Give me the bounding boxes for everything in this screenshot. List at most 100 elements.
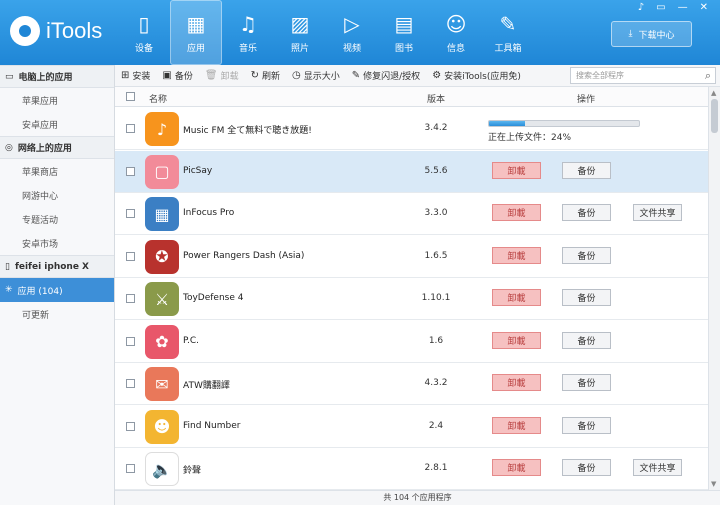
sidebar-item-updates[interactable]: 可更新 <box>0 302 114 326</box>
loading-spinner-icon: ✳ <box>5 285 13 295</box>
backup-button[interactable]: ▣ 备份 <box>162 69 192 82</box>
file-share-button[interactable]: 文件共享 <box>633 204 682 221</box>
uninstall-app-button[interactable]: 卸載 <box>492 459 541 476</box>
app-glyph: ✿ <box>155 332 169 351</box>
uninstall-button[interactable]: 🗑 卸载 <box>205 69 239 82</box>
install-button[interactable]: ⊞ 安装 <box>121 69 150 82</box>
install-itools-button[interactable]: ⚙ 安装iTools(应用免) <box>432 69 521 82</box>
table-row[interactable]: ✿ P.C. 1.6 卸載 备份 <box>115 320 708 363</box>
table-row[interactable]: ✉ ATW購翻譯 4.3.2 卸載 备份 <box>115 363 708 405</box>
music-mini-icon[interactable]: ♪ <box>638 2 644 13</box>
app-icon: 🔈 <box>145 452 179 486</box>
uninstall-app-button[interactable]: 卸載 <box>492 161 541 179</box>
row-checkbox[interactable] <box>126 421 135 431</box>
backup-app-button[interactable]: 备份 <box>562 416 611 434</box>
sidebar-item-apple-apps[interactable]: 苹果应用 <box>0 88 114 112</box>
scrollbar[interactable]: ▲ ▼ <box>708 87 720 490</box>
app-glyph: ⚔ <box>154 289 170 309</box>
app-version: 3.4.2 <box>424 123 448 133</box>
app-name: PicSay <box>183 165 213 176</box>
nav-photo[interactable]: ▨ 照片 <box>274 0 326 65</box>
sidebar-section-pc[interactable]: ▭ 电脑上的应用 <box>0 65 114 88</box>
search-input[interactable]: 搜索全部程序 ⌕ <box>570 67 716 84</box>
row-checkbox[interactable] <box>126 379 135 388</box>
table-row[interactable]: ♪ Music FM 全て無料で聴き放題! 3.4.2 正在上传文件：24% <box>115 108 708 150</box>
uninstall-app-button[interactable]: 卸載 <box>492 289 541 306</box>
table-row[interactable]: 🔈 鈴聲 2.8.1 卸載 备份 文件共享 <box>115 448 708 490</box>
uninstall-app-button[interactable]: 卸載 <box>492 416 541 434</box>
table-row[interactable]: ⚔ ToyDefense 4 1.10.1 卸載 备份 <box>115 278 708 320</box>
sidebar-section-net[interactable]: ◎ 网络上的应用 <box>0 136 114 159</box>
refresh-icon: ↻ <box>250 70 259 81</box>
nav-wrench[interactable]: ✎ 工具箱 <box>482 0 534 65</box>
scroll-down-icon[interactable]: ▼ <box>711 480 716 488</box>
nav-video[interactable]: ▷ 视频 <box>326 0 378 65</box>
sidebar-item-android-apps[interactable]: 安卓应用 <box>0 112 114 136</box>
backup-app-button[interactable]: 备份 <box>562 374 611 391</box>
nav-phone[interactable]: ▯ 设备 <box>118 0 170 65</box>
nav-apps[interactable]: ▦ 应用 <box>170 0 222 65</box>
column-name[interactable]: 名称 <box>149 92 167 105</box>
app-version: 1.6 <box>428 335 444 346</box>
backup-app-button[interactable]: 备份 <box>562 459 611 476</box>
sidebar-item-device-apps[interactable]: ✳ 应用 (104) <box>0 278 114 302</box>
sidebar-item-device-apps-label: 应用 (104) <box>17 286 63 297</box>
app-name: Music FM 全て無料で聴き放題! <box>183 126 312 136</box>
backup-app-button[interactable]: 备份 <box>562 331 611 349</box>
app-name: InFocus Pro <box>183 208 235 218</box>
row-checkbox[interactable] <box>126 251 135 261</box>
refresh-button[interactable]: ↻ 刷新 <box>251 69 280 82</box>
repair-button[interactable]: ✎ 修复闪退/授权 <box>352 69 420 82</box>
sidebar-item-android-market[interactable]: 安卓市场 <box>0 231 114 255</box>
uninstall-app-button[interactable]: 卸載 <box>492 331 541 349</box>
scroll-up-icon[interactable]: ▲ <box>711 89 716 97</box>
download-center-button[interactable]: ⤓ 下载中心 <box>611 21 692 47</box>
status-bar: 共 104 个应用程序 <box>115 490 720 505</box>
backup-app-button[interactable]: 备份 <box>562 204 611 221</box>
row-checkbox[interactable] <box>126 124 135 133</box>
app-glyph: ▦ <box>154 204 170 224</box>
column-version[interactable]: 版本 <box>411 92 461 105</box>
backup-app-button[interactable]: 备份 <box>562 161 611 179</box>
row-checkbox[interactable] <box>126 166 135 176</box>
app-glyph: ♪ <box>156 119 168 139</box>
scrollbar-thumb[interactable] <box>711 99 718 133</box>
logo-text: iTools <box>46 18 103 43</box>
app-icon: ▦ <box>145 197 179 231</box>
search-placeholder: 搜索全部程序 <box>576 71 624 80</box>
app-version: 2.4 <box>428 420 444 431</box>
select-all-checkbox[interactable] <box>126 92 135 101</box>
app-icon: ✉ <box>145 367 179 401</box>
nav-user[interactable]: ☺ 信息 <box>430 0 482 65</box>
skin-icon[interactable]: ▭ <box>656 2 665 13</box>
sidebar-section-device[interactable]: ▯ feifei iphone X <box>0 255 114 278</box>
uninstall-app-button[interactable]: 卸載 <box>492 204 541 221</box>
row-checkbox[interactable] <box>126 336 135 346</box>
table-row[interactable]: ✪ Power Rangers Dash (Asia) 1.6.5 卸載 备份 <box>115 235 708 278</box>
sidebar-item-topics[interactable]: 专题活动 <box>0 207 114 231</box>
row-checkbox[interactable] <box>126 209 135 218</box>
sidebar-item-game-center[interactable]: 网游中心 <box>0 183 114 207</box>
file-share-button[interactable]: 文件共享 <box>633 459 682 476</box>
minimize-icon[interactable]: — <box>678 2 688 13</box>
search-icon[interactable]: ⌕ <box>705 69 711 83</box>
nav-book[interactable]: ▤ 图书 <box>378 0 430 65</box>
table-row[interactable]: ▦ InFocus Pro 3.3.0 卸載 备份 文件共享 <box>115 193 708 235</box>
table-row[interactable]: ☻ Find Number 2.4 卸載 备份 <box>115 405 708 448</box>
nav-label: 图书 <box>394 43 413 54</box>
table-row[interactable]: ▢ PicSay 5.5.6 卸載 备份 <box>115 150 708 193</box>
row-checkbox[interactable] <box>126 294 135 303</box>
uninstall-app-button[interactable]: 卸載 <box>492 246 541 264</box>
backup-app-button[interactable]: 备份 <box>562 289 611 306</box>
app-version: 4.3.2 <box>424 378 448 388</box>
uninstall-app-button[interactable]: 卸載 <box>492 374 541 391</box>
gear-icon: ⚙ <box>432 70 442 81</box>
install-itools-label: 安装iTools(应用免) <box>444 72 521 82</box>
row-checkbox[interactable] <box>126 464 135 473</box>
icon-size-button[interactable]: ◷ 显示大小 <box>292 69 340 82</box>
sidebar-item-apple-store[interactable]: 苹果商店 <box>0 159 114 183</box>
close-icon[interactable]: ✕ <box>700 2 708 13</box>
itools-logo-icon <box>10 16 40 46</box>
backup-app-button[interactable]: 备份 <box>562 246 611 264</box>
nav-music[interactable]: ♫ 音乐 <box>222 0 274 65</box>
